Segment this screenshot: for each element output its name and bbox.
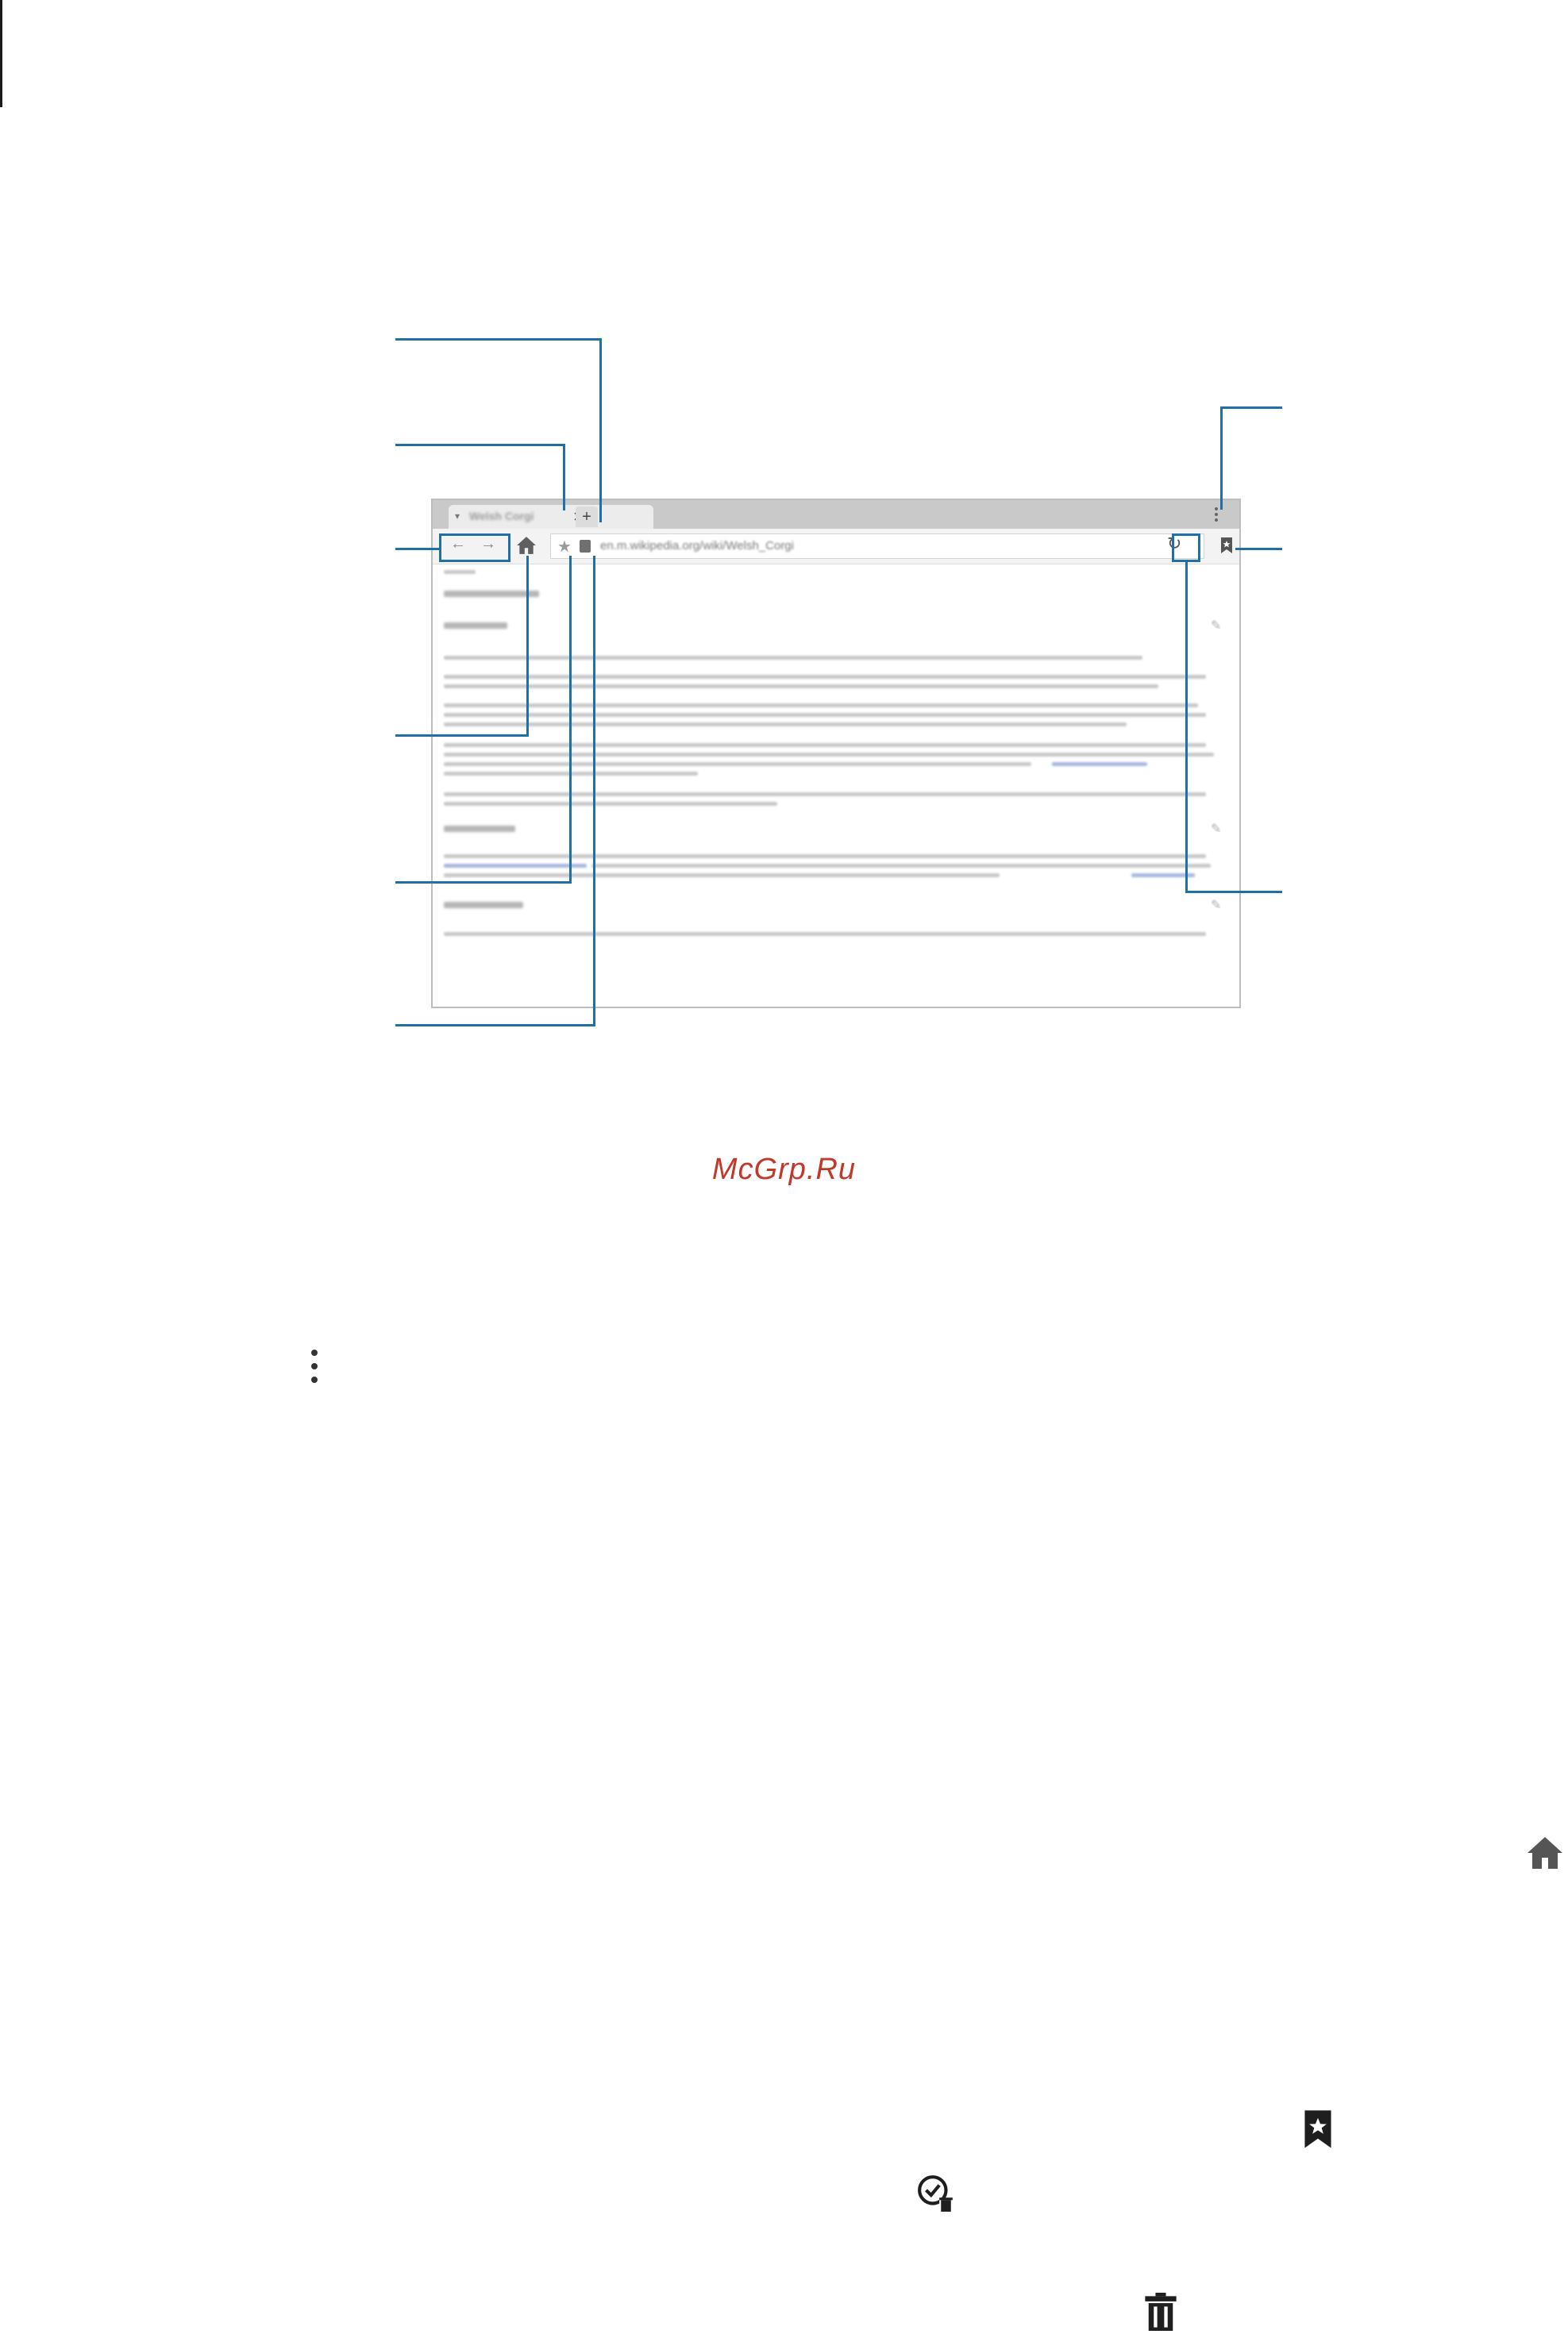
callout-line-new-tab-v	[599, 338, 602, 522]
page-content-blurred: ✎ ✎ ✎	[433, 564, 1239, 1007]
watermark: McGrp.Ru	[711, 1153, 857, 1186]
browser-screenshot: ▾ Welsh Corgi × + ← → ★ en.m.wikipedia.o…	[431, 499, 1241, 1008]
url-bar[interactable]: ★ en.m.wikipedia.org/wiki/Welsh_Corgi	[550, 533, 1204, 559]
bookmarks-icon[interactable]	[1220, 537, 1233, 554]
callout-line-reader	[395, 1024, 595, 1026]
callout-line-new-tab	[395, 338, 602, 341]
bookmark-star-icon[interactable]: ★	[557, 537, 572, 557]
tab-title: Welsh Corgi	[469, 510, 534, 522]
vertical-dots-icon	[306, 1350, 322, 1394]
history-clock-delete-icon	[918, 2175, 953, 2212]
home-icon[interactable]	[516, 536, 537, 555]
callout-line-reader-v	[593, 556, 595, 1026]
callout-line-more	[1220, 406, 1282, 409]
tab-dropdown-icon[interactable]: ▾	[455, 510, 460, 522]
callout-line-home	[395, 734, 529, 737]
home-icon	[1528, 1837, 1562, 1869]
callout-line-star	[395, 881, 572, 884]
highlight-refresh	[1172, 533, 1200, 562]
callout-line-nav	[395, 548, 440, 550]
callout-line-home-v	[526, 556, 529, 737]
callout-line-star-v	[569, 556, 572, 884]
callout-line-refresh	[1185, 891, 1282, 893]
callout-line-bookmarks	[1235, 548, 1282, 550]
browser-toolbar: ← → ★ en.m.wikipedia.org/wiki/Welsh_Corg…	[433, 529, 1239, 564]
callout-line-more-v	[1220, 406, 1223, 510]
new-tab-button[interactable]: +	[576, 506, 598, 527]
trash-icon	[1145, 2293, 1177, 2331]
url-text: en.m.wikipedia.org/wiki/Welsh_Corgi	[600, 539, 794, 553]
reader-mode-icon[interactable]	[580, 540, 591, 553]
bookmark-star-icon	[1304, 2110, 1331, 2148]
callout-line-close-tab-v	[563, 444, 565, 510]
page-edge-line	[0, 0, 2, 107]
browser-tab[interactable]: ▾ Welsh Corgi ×	[449, 505, 653, 529]
callout-line-close-tab	[395, 444, 565, 446]
highlight-nav-buttons	[439, 533, 510, 562]
tab-bar: ▾ Welsh Corgi × +	[433, 500, 1239, 529]
callout-line-refresh-v	[1185, 560, 1188, 893]
